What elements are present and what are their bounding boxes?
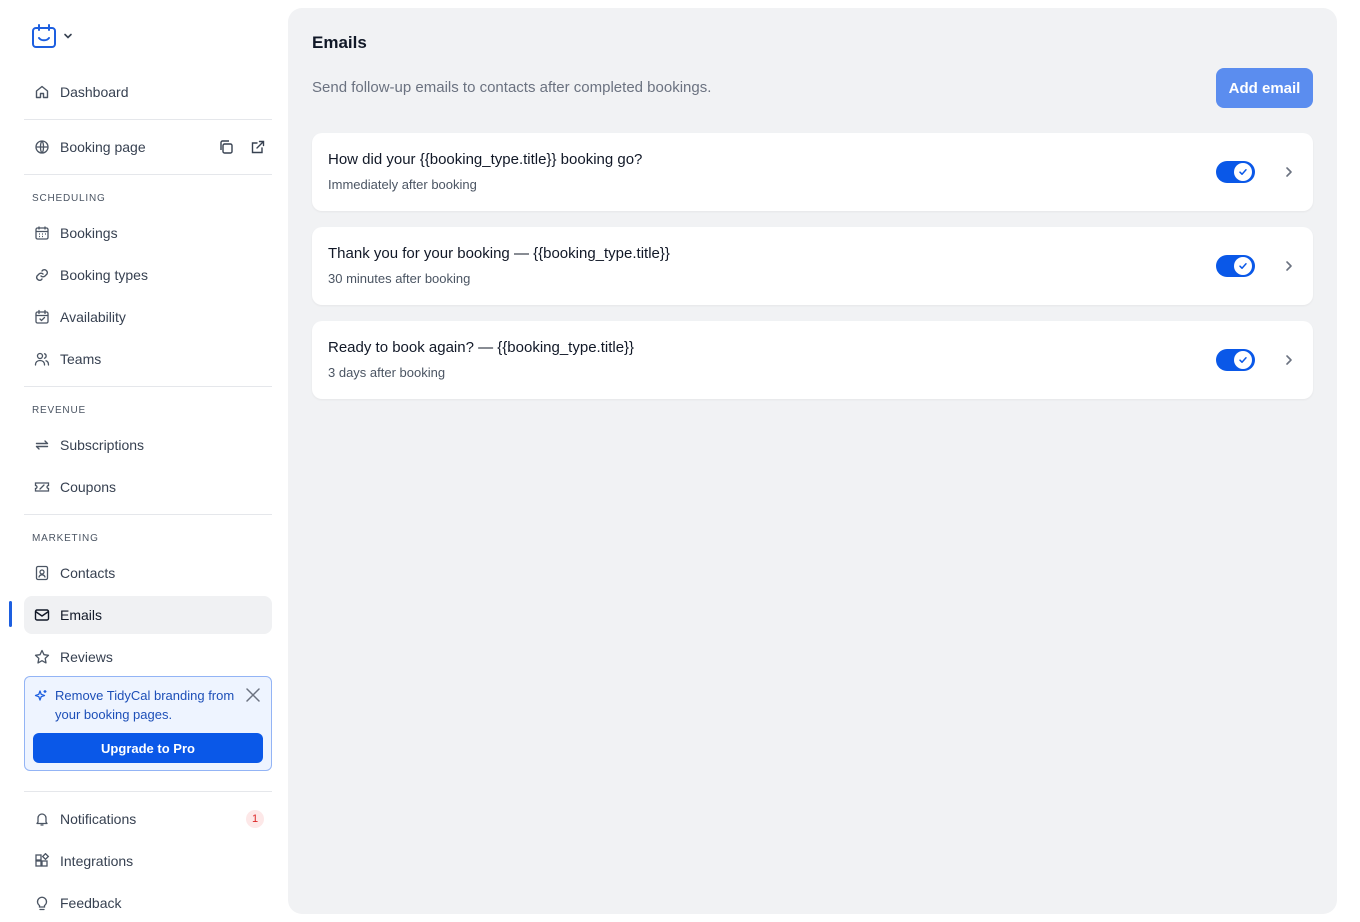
divider [24, 174, 272, 175]
users-icon [34, 351, 50, 367]
copy-icon[interactable] [218, 139, 234, 155]
main-content: Emails Send follow-up emails to contacts… [288, 8, 1337, 914]
sidebar-item-label: Booking types [60, 267, 148, 283]
sidebar-item-label: Subscriptions [60, 437, 145, 453]
sidebar-item-integrations[interactable]: Integrations [24, 842, 272, 880]
sidebar-item-label: Bookings [60, 225, 118, 241]
divider [24, 386, 272, 387]
app-logo-menu[interactable] [30, 22, 74, 50]
sparkles-icon [34, 689, 48, 708]
sidebar-item-label: Teams [60, 351, 102, 367]
sidebar-item-label: Contacts [60, 565, 116, 581]
active-indicator [9, 601, 12, 627]
sidebar-item-availability[interactable]: Availability [24, 298, 272, 336]
sidebar-item-coupons[interactable]: Coupons [24, 468, 272, 506]
sidebar-item-booking-page[interactable]: Booking page [24, 128, 272, 166]
repeat-icon [34, 437, 50, 453]
email-title: Ready to book again? — {{booking_type.ti… [328, 339, 635, 356]
divider [24, 119, 272, 120]
check-icon [1234, 257, 1252, 275]
email-title: How did your {{booking_type.title}} book… [328, 151, 643, 168]
sidebar-item-teams[interactable]: Teams [24, 340, 272, 378]
page-title: Emails [312, 33, 367, 52]
star-icon [34, 649, 50, 665]
sidebar-item-notifications[interactable]: Notifications 1 [24, 800, 272, 838]
email-card[interactable]: Thank you for your booking — {{booking_t… [312, 227, 1313, 305]
chevron-down-icon [64, 33, 72, 39]
section-label-revenue: REVENUE [32, 405, 86, 416]
email-enabled-toggle[interactable] [1216, 349, 1255, 371]
check-icon [1234, 351, 1252, 369]
calendar-logo-icon [32, 24, 56, 48]
check-icon [1234, 163, 1252, 181]
sidebar-item-contacts[interactable]: Contacts [24, 554, 272, 592]
sidebar-item-label: Integrations [60, 853, 134, 869]
sidebar-item-label: Availability [60, 309, 126, 325]
chevron-right-icon [1282, 164, 1296, 185]
notification-count-badge: 1 [246, 810, 264, 828]
chevron-right-icon [1282, 258, 1296, 279]
email-timing: 30 minutes after booking [328, 271, 471, 286]
email-timing: 3 days after booking [328, 365, 446, 380]
external-link-icon[interactable] [250, 139, 266, 155]
sidebar-item-booking-types[interactable]: Booking types [24, 256, 272, 294]
bell-icon [34, 811, 50, 827]
sidebar-item-subscriptions[interactable]: Subscriptions [24, 426, 272, 464]
sidebar-item-label: Emails [60, 607, 103, 623]
mail-icon [34, 607, 50, 623]
email-timing: Immediately after booking [328, 177, 477, 192]
promo-text: Remove TidyCal branding from your bookin… [55, 688, 235, 722]
divider [24, 514, 272, 515]
divider [24, 791, 272, 792]
upgrade-promo-banner: Remove TidyCal branding from your bookin… [24, 676, 272, 771]
link-icon [34, 267, 50, 283]
sidebar-item-feedback[interactable]: Feedback [24, 884, 272, 922]
close-icon[interactable] [245, 687, 261, 708]
add-email-button[interactable]: Add email [1216, 68, 1313, 108]
email-title: Thank you for your booking — {{booking_t… [328, 245, 670, 262]
email-enabled-toggle[interactable] [1216, 255, 1255, 277]
sidebar-item-label: Booking page [60, 139, 146, 155]
contact-card-icon [34, 565, 50, 581]
globe-icon [34, 139, 50, 155]
sidebar-item-reviews[interactable]: Reviews [24, 638, 272, 676]
puzzle-blocks-icon [34, 853, 50, 869]
page-description: Send follow-up emails to contacts after … [312, 79, 712, 96]
lightbulb-icon [34, 895, 50, 911]
email-card[interactable]: Ready to book again? — {{booking_type.ti… [312, 321, 1313, 399]
chevron-right-icon [1282, 352, 1296, 373]
ticket-icon [34, 479, 50, 495]
sidebar-item-label: Coupons [60, 479, 117, 495]
section-label-scheduling: SCHEDULING [32, 193, 106, 204]
sidebar-item-label: Feedback [60, 895, 122, 911]
sidebar-item-bookings[interactable]: Bookings [24, 214, 272, 252]
sidebar-item-label: Notifications [60, 811, 137, 827]
email-enabled-toggle[interactable] [1216, 161, 1255, 183]
sidebar-item-label: Dashboard [60, 84, 129, 100]
email-card[interactable]: How did your {{booking_type.title}} book… [312, 133, 1313, 211]
calendar-icon [34, 225, 50, 241]
sidebar-item-dashboard[interactable]: Dashboard [24, 73, 272, 111]
sidebar-item-label: Reviews [60, 649, 113, 665]
home-icon [34, 84, 50, 100]
sidebar-item-emails[interactable]: Emails [24, 596, 272, 634]
upgrade-to-pro-button[interactable]: Upgrade to Pro [33, 733, 263, 763]
sidebar: Dashboard Booking page SCHEDULING Bookin… [0, 0, 288, 922]
calendar-check-icon [34, 309, 50, 325]
section-label-marketing: MARKETING [32, 533, 99, 544]
